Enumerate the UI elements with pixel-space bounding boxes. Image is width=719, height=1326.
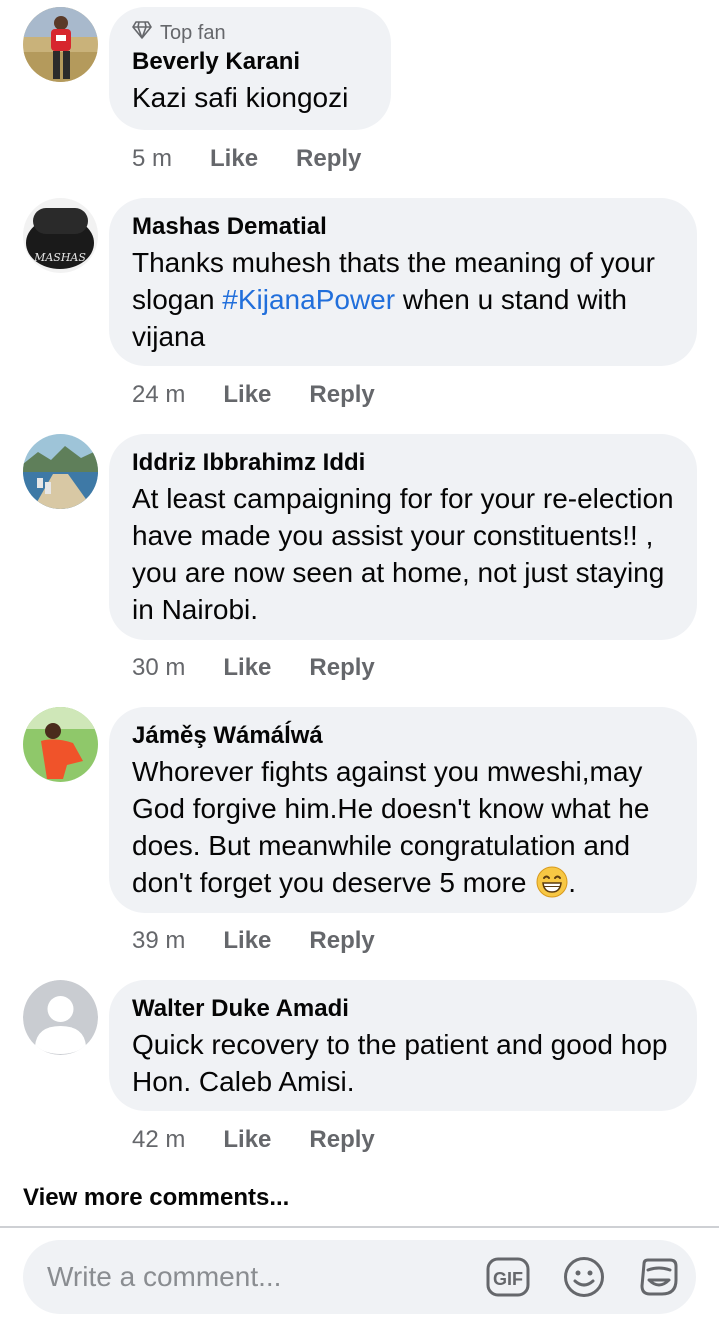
divider [0, 1226, 719, 1228]
avatar[interactable] [23, 434, 98, 509]
comments-page: Top fan Beverly Karani Kazi safi kiongoz… [0, 0, 719, 1326]
comment-text: Whorever fights against you mweshi,may G… [132, 753, 675, 901]
avatar[interactable] [23, 980, 98, 1055]
svg-text:MASHAS: MASHAS [33, 251, 86, 264]
comment-time[interactable]: 39 m [132, 927, 185, 955]
comment-actions: 39 m Like Reply [132, 924, 413, 958]
avatar[interactable] [23, 7, 98, 82]
comment-text: Thanks muhesh thats the meaning of your … [132, 244, 675, 355]
hashtag-link[interactable]: #KijanaPower [222, 284, 395, 315]
like-button[interactable]: Like [223, 1126, 271, 1154]
comment-author[interactable]: Walter Duke Amadi [132, 994, 675, 1024]
comment-text-part: . [568, 867, 577, 898]
like-button[interactable]: Like [210, 145, 258, 173]
comment-actions: 30 m Like Reply [132, 651, 413, 685]
badge-label: Top fan [160, 22, 226, 44]
svg-text:GIF: GIF [493, 1269, 523, 1289]
sticker-icon[interactable] [637, 1255, 681, 1299]
view-more-comments-link[interactable]: View more comments... [23, 1184, 289, 1212]
diamond-icon [132, 21, 152, 45]
like-button[interactable]: Like [223, 381, 271, 409]
comment-author[interactable]: Beverly Karani [132, 47, 369, 77]
comment-time[interactable]: 42 m [132, 1126, 185, 1154]
comment-bubble[interactable]: Walter Duke Amadi Quick recovery to the … [109, 980, 697, 1111]
emoji-icon[interactable] [562, 1255, 606, 1299]
avatar[interactable]: MASHAS [23, 198, 98, 273]
comment-actions: 5 m Like Reply [132, 142, 399, 176]
reply-button[interactable]: Reply [309, 654, 374, 682]
like-button[interactable]: Like [223, 927, 271, 955]
comment-text: At least campaigning for for your re-ele… [132, 483, 674, 625]
grinning-emoji-icon [536, 866, 568, 898]
comment-bubble[interactable]: Mashas Dematial Thanks muhesh thats the … [109, 198, 697, 366]
comment-bubble[interactable]: Top fan Beverly Karani Kazi safi kiongoz… [109, 7, 391, 130]
comment-text: Kazi safi kiongozi [132, 82, 349, 113]
top-fan-badge: Top fan [132, 21, 369, 45]
comment-time[interactable]: 30 m [132, 654, 185, 682]
comment-author[interactable]: Jáměş Wámáĺwá [132, 721, 675, 751]
comment-input[interactable] [47, 1240, 467, 1314]
gif-icon[interactable]: GIF [486, 1255, 530, 1299]
reply-button[interactable]: Reply [309, 1126, 374, 1154]
like-button[interactable]: Like [223, 654, 271, 682]
reply-button[interactable]: Reply [309, 927, 374, 955]
comment-bubble[interactable]: Jáměş Wámáĺwá Whorever fights against yo… [109, 707, 697, 913]
comment-actions: 24 m Like Reply [132, 378, 413, 412]
comment-time[interactable]: 5 m [132, 145, 172, 173]
reply-button[interactable]: Reply [309, 381, 374, 409]
comment-actions: 42 m Like Reply [132, 1123, 413, 1157]
reply-button[interactable]: Reply [296, 145, 361, 173]
comment-composer: GIF [23, 1240, 696, 1314]
comment-bubble[interactable]: Iddriz Ibbrahimz Iddi At least campaigni… [109, 434, 697, 640]
comment-author[interactable]: Iddriz Ibbrahimz Iddi [132, 448, 675, 478]
avatar[interactable] [23, 707, 98, 782]
comment-time[interactable]: 24 m [132, 381, 185, 409]
comment-author[interactable]: Mashas Dematial [132, 212, 675, 242]
comment-text: Quick recovery to the patient and good h… [132, 1029, 668, 1097]
